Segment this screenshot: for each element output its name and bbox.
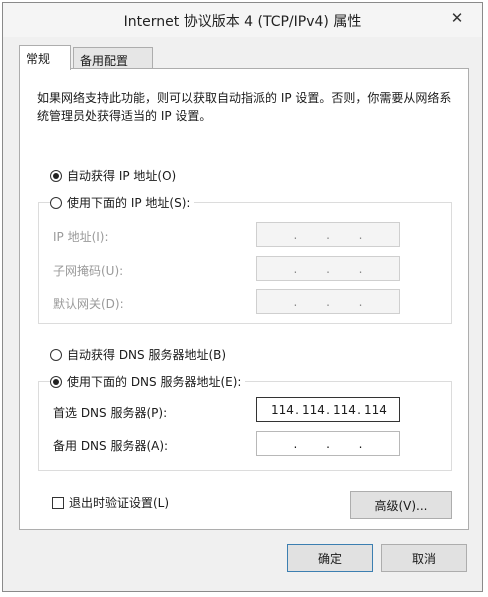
tab-alternate-configuration[interactable]: 备用配置 bbox=[73, 47, 153, 69]
radio-auto-ip-indicator bbox=[50, 169, 62, 182]
general-panel: 如果网络支持此功能，则可以获取自动指派的 IP 设置。否则，你需要从网络系统管理… bbox=[19, 68, 469, 530]
dns-settings-group bbox=[38, 381, 452, 471]
radio-manual-dns[interactable]: 使用下面的 DNS 服务器地址(E): bbox=[50, 373, 246, 390]
radio-auto-dns[interactable]: 自动获得 DNS 服务器地址(B) bbox=[50, 346, 226, 363]
dialog-window: Internet 协议版本 4 (TCP/IPv4) 属性 ✕ 常规 备用配置 … bbox=[2, 2, 483, 592]
title-bar: Internet 协议版本 4 (TCP/IPv4) 属性 ✕ bbox=[3, 3, 482, 37]
radio-manual-dns-label: 使用下面的 DNS 服务器地址(E): bbox=[67, 375, 242, 389]
subnet-mask-field[interactable]: . . . bbox=[256, 256, 400, 281]
alternate-dns-field[interactable]: . . . bbox=[256, 431, 400, 456]
ip-address-label: IP 地址(I): bbox=[53, 230, 109, 244]
window-title: Internet 协议版本 4 (TCP/IPv4) 属性 bbox=[123, 14, 362, 30]
close-icon: ✕ bbox=[450, 9, 464, 27]
alternate-dns-label: 备用 DNS 服务器(A): bbox=[53, 439, 169, 453]
default-gateway-field[interactable]: . . . bbox=[256, 289, 400, 314]
radio-manual-ip-indicator bbox=[50, 196, 62, 209]
subnet-mask-label: 子网掩码(U): bbox=[53, 264, 124, 278]
radio-auto-dns-indicator bbox=[50, 348, 62, 361]
radio-manual-ip[interactable]: 使用下面的 IP 地址(S): bbox=[50, 194, 195, 211]
preferred-dns-field[interactable]: 114. 114. 114. 114 bbox=[256, 397, 400, 422]
ok-button[interactable]: 确定 bbox=[287, 544, 373, 572]
cancel-button[interactable]: 取消 bbox=[381, 544, 467, 572]
validate-on-exit-checkbox[interactable]: 退出时验证设置(L) bbox=[52, 494, 169, 511]
radio-manual-dns-indicator bbox=[50, 375, 62, 388]
radio-manual-ip-label: 使用下面的 IP 地址(S): bbox=[67, 196, 191, 210]
validate-on-exit-box bbox=[52, 496, 64, 509]
default-gateway-label: 默认网关(D): bbox=[53, 297, 124, 311]
ip-address-field[interactable]: . . . bbox=[256, 222, 400, 247]
description-text: 如果网络支持此功能，则可以获取自动指派的 IP 设置。否则，你需要从网络系统管理… bbox=[37, 91, 452, 123]
validate-on-exit-label: 退出时验证设置(L) bbox=[69, 496, 170, 510]
radio-auto-dns-label: 自动获得 DNS 服务器地址(B) bbox=[67, 348, 227, 362]
preferred-dns-label: 首选 DNS 服务器(P): bbox=[53, 406, 168, 420]
radio-auto-ip-label: 自动获得 IP 地址(O) bbox=[67, 169, 177, 183]
close-button[interactable]: ✕ bbox=[446, 8, 468, 28]
radio-auto-ip[interactable]: 自动获得 IP 地址(O) bbox=[50, 167, 176, 184]
advanced-button[interactable]: 高级(V)... bbox=[350, 491, 452, 519]
tab-general[interactable]: 常规 bbox=[19, 45, 71, 70]
